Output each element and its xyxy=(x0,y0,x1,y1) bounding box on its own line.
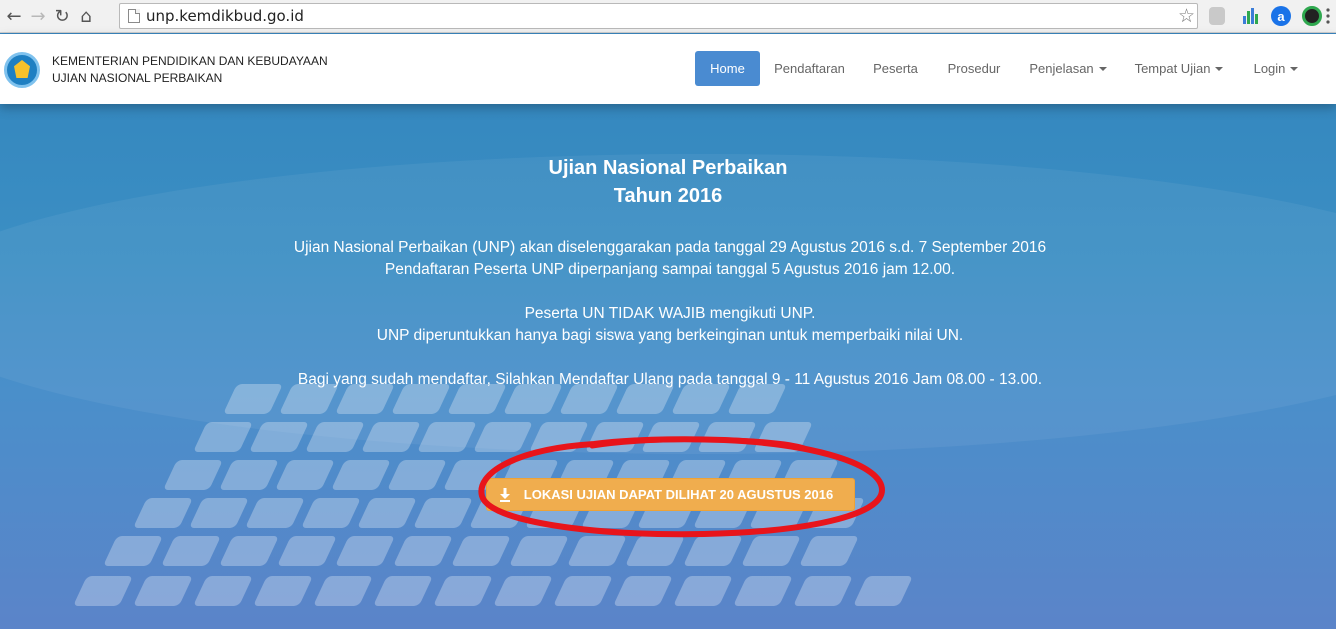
keyboard-key xyxy=(493,576,553,606)
brand-exam: UJIAN NASIONAL PERBAIKAN xyxy=(52,71,223,85)
keyboard-key xyxy=(613,576,673,606)
keyboard-key xyxy=(249,422,309,452)
keyboard-key xyxy=(697,422,757,452)
hero-section: Ujian Nasional Perbaikan Tahun 2016 Ujia… xyxy=(0,104,1336,629)
nav-home[interactable]: Home xyxy=(695,51,760,86)
keyboard-key xyxy=(567,536,627,566)
keyboard-key xyxy=(529,422,589,452)
tut-wuri-logo[interactable] xyxy=(4,52,40,88)
keyboard-key xyxy=(193,576,253,606)
nav-pendaftaran-label: Pendaftaran xyxy=(774,61,845,76)
keyboard-key xyxy=(741,536,801,566)
keyboard-key xyxy=(387,460,447,490)
keyboard-key xyxy=(331,460,391,490)
keyboard-key xyxy=(133,498,193,528)
keyboard-key xyxy=(277,536,337,566)
forward-icon[interactable]: → xyxy=(26,4,50,28)
keyboard-key xyxy=(799,536,859,566)
keyboard-key xyxy=(103,536,163,566)
exam-schedule-text: Ujian Nasional Perbaikan (UNP) akan dise… xyxy=(293,239,1047,256)
chevron-down-icon xyxy=(1098,66,1107,71)
keyboard-key xyxy=(193,422,253,452)
keyboard-key xyxy=(305,422,365,452)
keyboard-key xyxy=(853,576,913,606)
nav-home-label: Home xyxy=(710,61,745,76)
keyboard-key xyxy=(625,536,685,566)
download-icon xyxy=(500,488,510,502)
amazon-extension-icon[interactable]: a xyxy=(1271,6,1291,26)
keyboard-key xyxy=(413,498,473,528)
keyboard-key xyxy=(393,536,453,566)
registration-extension-text: Pendaftaran Peserta UNP diperpanjang sam… xyxy=(384,261,956,278)
keyboard-key xyxy=(335,536,395,566)
nav-tempat-ujian[interactable]: Tempat Ujian xyxy=(1126,51,1232,86)
nav-penjelasan[interactable]: Penjelasan xyxy=(1020,51,1116,86)
chrome-menu-icon[interactable] xyxy=(1326,8,1330,24)
brand-ministry: KEMENTERIAN PENDIDIKAN DAN KEBUDAYAAN xyxy=(52,54,328,68)
keyboard-key xyxy=(189,498,249,528)
keyboard-key xyxy=(793,576,853,606)
keyboard-key xyxy=(275,460,335,490)
url-text[interactable]: unp.kemdikbud.go.id xyxy=(146,7,304,25)
keyboard-key xyxy=(73,576,133,606)
nav-login[interactable]: Login xyxy=(1244,51,1308,86)
not-mandatory-text: Peserta UN TIDAK WAJIB mengikuti UNP. xyxy=(524,305,816,322)
circle-extension-icon[interactable] xyxy=(1302,6,1322,26)
home-icon[interactable]: ⌂ xyxy=(74,4,98,28)
star-icon[interactable]: ☆ xyxy=(1178,5,1195,27)
keyboard-key xyxy=(753,422,813,452)
hero-title-line2: Tahun 2016 xyxy=(613,185,723,207)
nav-pendaftaran[interactable]: Pendaftaran xyxy=(764,51,855,86)
keyboard-key xyxy=(313,576,373,606)
page-icon xyxy=(128,9,140,23)
keyboard-key xyxy=(361,422,421,452)
keyboard-key xyxy=(509,536,569,566)
chevron-down-icon xyxy=(1215,66,1224,71)
nav-login-label: Login xyxy=(1253,61,1286,76)
purpose-text: UNP diperuntukkan hanya bagi siswa yang … xyxy=(376,327,964,344)
exam-location-button[interactable]: LOKASI UJIAN DAPAT DILIHAT 20 AGUSTUS 20… xyxy=(486,478,855,511)
chevron-down-icon xyxy=(1290,66,1299,71)
keyboard-key xyxy=(163,460,223,490)
re-registration-text: Bagi yang sudah mendaftar, Silahkan Mend… xyxy=(297,371,1043,388)
nav-peserta-label: Peserta xyxy=(873,61,918,76)
nav-peserta[interactable]: Peserta xyxy=(862,51,929,86)
keyboard-key xyxy=(245,498,305,528)
keyboard-key xyxy=(219,460,279,490)
brand[interactable]: KEMENTERIAN PENDIDIKAN DAN KEBUDAYAAN UJ… xyxy=(52,53,328,87)
hero-title-line1: Ujian Nasional Perbaikan xyxy=(548,157,788,179)
back-icon[interactable]: ← xyxy=(2,4,26,28)
nav-prosedur[interactable]: Prosedur xyxy=(936,51,1012,86)
nav-prosedur-label: Prosedur xyxy=(947,61,1001,76)
keyboard-key xyxy=(553,576,613,606)
browser-toolbar: ← → ↻ ⌂ unp.kemdikbud.go.id ☆ a xyxy=(0,0,1336,33)
keyboard-key xyxy=(733,576,793,606)
chart-extension-icon[interactable] xyxy=(1241,6,1261,26)
nav-tempat-ujian-label: Tempat Ujian xyxy=(1134,61,1211,76)
keyboard-key xyxy=(373,576,433,606)
keyboard-key xyxy=(473,422,533,452)
keyboard-key xyxy=(417,422,477,452)
reload-icon[interactable]: ↻ xyxy=(50,4,74,28)
nav-penjelasan-label: Penjelasan xyxy=(1029,61,1094,76)
keyboard-key xyxy=(219,536,279,566)
keyboard-key xyxy=(357,498,417,528)
keyboard-key xyxy=(673,576,733,606)
exam-location-button-label: LOKASI UJIAN DAPAT DILIHAT 20 AGUSTUS 20… xyxy=(523,487,834,502)
keyboard-key xyxy=(585,422,645,452)
site-header: KEMENTERIAN PENDIDIKAN DAN KEBUDAYAAN UJ… xyxy=(0,34,1336,104)
keyboard-key xyxy=(451,536,511,566)
keyboard-key xyxy=(641,422,701,452)
keyboard-key xyxy=(683,536,743,566)
keyboard-key xyxy=(301,498,361,528)
keyboard-key xyxy=(433,576,493,606)
keyboard-key xyxy=(253,576,313,606)
address-bar[interactable]: unp.kemdikbud.go.id ☆ xyxy=(119,3,1198,29)
shield-extension-icon[interactable] xyxy=(1209,7,1225,25)
keyboard-key xyxy=(133,576,193,606)
keyboard-key xyxy=(161,536,221,566)
